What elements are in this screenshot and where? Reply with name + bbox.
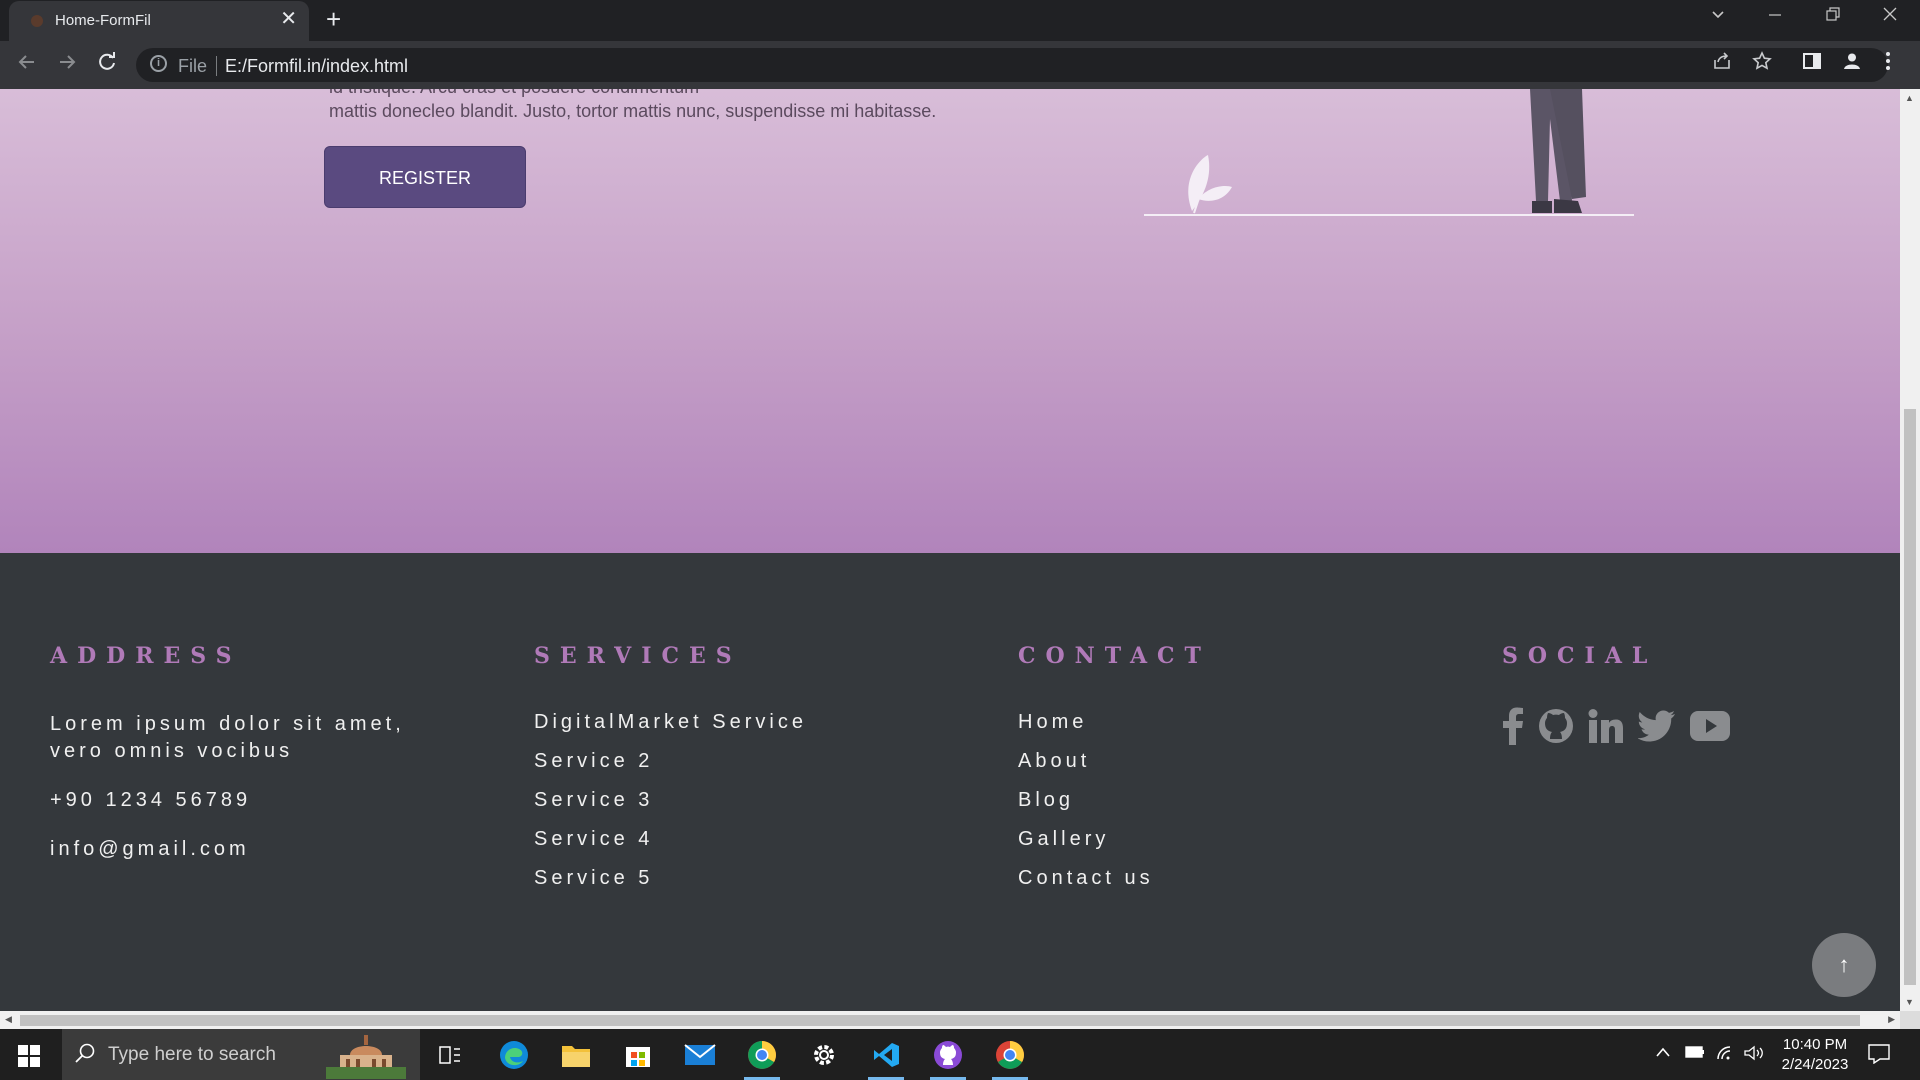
taskbar-search-box[interactable]: Type here to search [62, 1029, 420, 1080]
address-line-2: vero omnis vocibus [50, 740, 294, 762]
back-to-top-button[interactable]: ↑ [1812, 933, 1876, 997]
side-panel-icon[interactable] [1802, 51, 1822, 77]
file-explorer-icon[interactable] [558, 1037, 594, 1073]
omnibox-divider [216, 56, 217, 76]
address-column: ADDRESS Lorem ipsum dolor sit amet, vero… [50, 643, 470, 885]
address-bar[interactable]: i File E:/Formfil.in/index.html [136, 48, 1888, 82]
tab-close-icon[interactable]: ✕ [280, 9, 297, 29]
tab-title: Home-FormFil [55, 12, 151, 29]
clock-time: 10:40 PM [1782, 1036, 1848, 1053]
linkedin-icon[interactable] [1588, 709, 1624, 743]
battery-icon[interactable] [1685, 1045, 1705, 1064]
close-icon[interactable] [1882, 6, 1898, 27]
site-footer: ADDRESS Lorem ipsum dolor sit amet, vero… [0, 553, 1900, 1011]
file-label: File [178, 56, 208, 76]
favicon-icon [31, 15, 43, 27]
search-highlight-icon [326, 1035, 406, 1079]
info-icon[interactable]: i [150, 55, 167, 72]
chrome-window-icon[interactable] [992, 1037, 1028, 1080]
wifi-icon[interactable] [1716, 1045, 1734, 1066]
service-link[interactable]: Service 2 [534, 750, 954, 773]
contact-link-blog[interactable]: Blog [1018, 789, 1438, 812]
browser-tab[interactable]: Home-FormFil ✕ [9, 1, 309, 41]
page-viewport: id tristique. Arcu cras et posuere condi… [0, 89, 1900, 1011]
contact-link-about[interactable]: About [1018, 750, 1438, 773]
service-link[interactable]: Service 4 [534, 828, 954, 851]
forward-icon[interactable] [56, 51, 78, 79]
scroll-right-icon[interactable]: ▶ [1888, 1014, 1895, 1025]
scrollbar-corner [1900, 1011, 1920, 1029]
service-link[interactable]: Service 5 [534, 867, 954, 890]
youtube-icon[interactable] [1690, 711, 1730, 741]
windows-start-icon[interactable] [18, 1045, 40, 1072]
chrome-icon[interactable] [744, 1037, 780, 1080]
horizontal-scrollbar[interactable]: ◀ ▶ [0, 1011, 1900, 1029]
service-link[interactable]: DigitalMarket Service [534, 711, 954, 734]
back-icon[interactable] [16, 51, 38, 79]
notifications-icon[interactable] [1868, 1044, 1890, 1069]
search-icon [74, 1042, 96, 1070]
show-hidden-icons-icon[interactable] [1655, 1045, 1671, 1063]
tab-search-icon[interactable] [1710, 6, 1726, 27]
contact-heading: CONTACT [1018, 643, 1211, 669]
vscode-icon[interactable] [868, 1037, 904, 1080]
microsoft-store-icon[interactable] [620, 1037, 656, 1073]
hero-illustration [1144, 89, 1634, 216]
menu-icon[interactable] [1884, 51, 1892, 77]
clock-date: 2/24/2023 [1781, 1056, 1849, 1073]
contact-column: CONTACT Home About Blog Gallery Contact … [1018, 643, 1438, 906]
address-line-1: Lorem ipsum dolor sit amet, [50, 713, 405, 735]
email-address: info@gmail.com [50, 838, 250, 860]
facebook-icon[interactable] [1502, 707, 1524, 745]
minimize-icon[interactable] [1767, 6, 1783, 27]
services-column: SERVICES DigitalMarket Service Service 2… [534, 643, 954, 906]
contact-link-gallery[interactable]: Gallery [1018, 828, 1438, 851]
twitter-icon[interactable] [1638, 710, 1676, 742]
hero-text-partial: id tristique. Arcu cras et posuere condi… [329, 89, 699, 98]
phone-number: +90 1234 56789 [50, 789, 252, 811]
hero-section: id tristique. Arcu cras et posuere condi… [0, 89, 1900, 553]
mail-icon[interactable] [682, 1037, 718, 1073]
social-heading: SOCIAL [1502, 643, 1658, 669]
share-icon[interactable] [1712, 51, 1732, 77]
vertical-scrollbar[interactable]: ▲ ▼ [1900, 89, 1920, 1011]
browser-titlebar: Home-FormFil ✕ + [0, 0, 1920, 41]
new-tab-button[interactable]: + [326, 6, 341, 32]
windows-taskbar: Type here to search 10:40 PM 2/24/2023 [0, 1029, 1920, 1080]
scroll-left-icon[interactable]: ◀ [5, 1014, 12, 1025]
search-placeholder: Type here to search [108, 1044, 276, 1065]
taskbar-clock[interactable]: 10:40 PM 2/24/2023 [1770, 1035, 1860, 1075]
star-icon[interactable] [1752, 51, 1772, 77]
profile-icon[interactable] [1842, 51, 1862, 77]
scroll-up-icon[interactable]: ▲ [1905, 93, 1914, 103]
url-text[interactable]: E:/Formfil.in/index.html [225, 56, 408, 77]
scroll-down-icon[interactable]: ▼ [1905, 997, 1914, 1007]
service-link[interactable]: Service 3 [534, 789, 954, 812]
hero-text: mattis donecleo blandit. Justo, tortor m… [329, 101, 937, 121]
browser-toolbar: i File E:/Formfil.in/index.html [0, 41, 1920, 89]
github-icon[interactable] [1538, 708, 1574, 744]
restore-icon[interactable] [1825, 6, 1841, 27]
address-heading: ADDRESS [50, 643, 242, 669]
address-text: Lorem ipsum dolor sit amet, vero omnis v… [50, 711, 470, 765]
social-column: SOCIAL [1502, 643, 1900, 745]
register-button[interactable]: REGISTER [324, 146, 526, 208]
services-heading: SERVICES [534, 643, 742, 669]
task-view-icon[interactable] [432, 1037, 468, 1073]
volume-icon[interactable] [1743, 1045, 1765, 1066]
contact-link-home[interactable]: Home [1018, 711, 1438, 734]
contact-link-contact-us[interactable]: Contact us [1018, 867, 1438, 890]
github-desktop-icon[interactable] [930, 1037, 966, 1080]
vertical-scroll-thumb[interactable] [1904, 409, 1916, 985]
reload-icon[interactable] [96, 51, 118, 79]
settings-icon[interactable] [806, 1037, 842, 1073]
horizontal-scroll-thumb[interactable] [20, 1015, 1860, 1026]
edge-icon[interactable] [496, 1037, 532, 1073]
